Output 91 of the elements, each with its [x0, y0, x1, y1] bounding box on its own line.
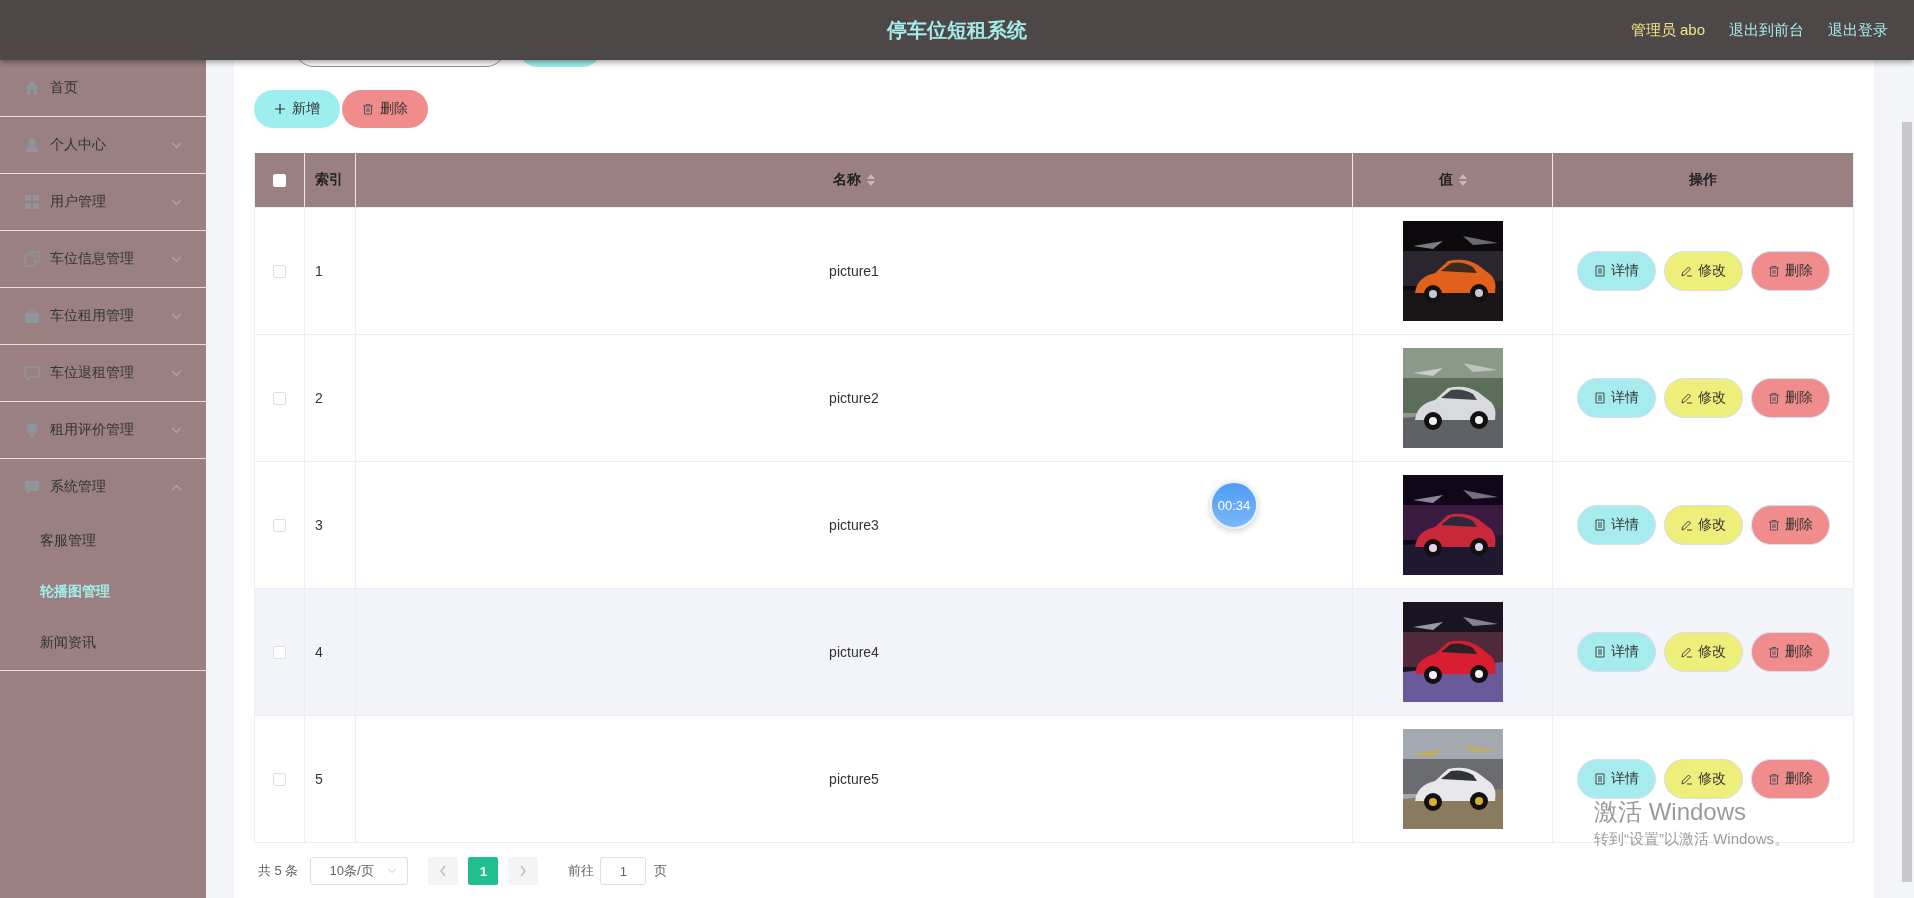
row-action-button[interactable]: 详情: [1576, 378, 1656, 418]
table-cell: picture1: [829, 263, 879, 279]
table-cell: 4: [315, 644, 323, 660]
chevron-right-icon: [519, 865, 528, 877]
table-cell: 5: [315, 771, 323, 787]
copy-icon: [24, 251, 40, 267]
activation-title: 激活 Windows: [1594, 797, 1748, 827]
sidebar-item[interactable]: 车位租用管理: [0, 288, 206, 344]
table-cell: picture5: [829, 771, 879, 787]
home-icon: [24, 80, 40, 96]
trash-icon: [1767, 265, 1780, 277]
table-cell: picture3: [829, 517, 879, 533]
row-checkbox[interactable]: [273, 772, 286, 786]
table-cell: picture2: [829, 390, 879, 406]
chevron-left-icon: [439, 865, 448, 877]
sidebar-item[interactable]: 车位退租管理: [0, 345, 206, 401]
message-icon: [24, 479, 40, 495]
submenu-item[interactable]: 新闻资讯: [0, 617, 206, 668]
row-action-button[interactable]: 详情: [1576, 251, 1656, 291]
grid-icon: [24, 194, 40, 210]
row-checkbox[interactable]: [273, 391, 286, 405]
document-icon: [1593, 265, 1606, 277]
page-suffix: 页: [654, 862, 668, 880]
plus-icon: [274, 103, 286, 115]
trash-icon: [1767, 519, 1780, 531]
chat-icon: [24, 365, 40, 381]
user-icon: [24, 137, 40, 153]
table-cell: picture4: [829, 644, 879, 660]
sidebar-item[interactable]: 车位信息管理: [0, 231, 206, 287]
goto-label: 前往: [568, 862, 595, 880]
document-icon: [1593, 773, 1606, 785]
row-checkbox[interactable]: [273, 645, 286, 659]
pencil-icon: [1680, 392, 1693, 404]
document-icon: [1593, 392, 1606, 404]
sidebar-item[interactable]: 首页: [0, 60, 206, 116]
row-action-button[interactable]: 修改: [1663, 251, 1743, 291]
sidebar-item[interactable]: 用户管理: [0, 174, 206, 230]
table-cell: 2: [315, 390, 323, 406]
trash-icon: [1767, 646, 1780, 658]
chevron-down-icon: [387, 868, 398, 874]
sort-icon: [1458, 174, 1467, 186]
document-icon: [1593, 519, 1606, 531]
row-action-button[interactable]: 详情: [1576, 632, 1656, 672]
row-checkbox[interactable]: [273, 264, 286, 278]
header-link[interactable]: 退出登录: [1828, 20, 1888, 40]
row-action-button[interactable]: 修改: [1663, 759, 1743, 799]
next-page-button[interactable]: [508, 857, 539, 885]
scrollbar-thumb[interactable]: [1902, 122, 1912, 882]
submenu-item[interactable]: 客服管理: [0, 515, 206, 566]
pencil-icon: [1680, 265, 1693, 277]
page-size-select[interactable]: 10条/页: [310, 857, 409, 885]
sidebar-item[interactable]: 租用评价管理: [0, 402, 206, 458]
header-link[interactable]: 退出到前台: [1729, 20, 1804, 40]
sidebar-item[interactable]: 系统管理: [0, 459, 206, 515]
row-action-button[interactable]: 删除: [1750, 505, 1830, 545]
toolbar-button[interactable]: 删除: [342, 90, 428, 128]
page-input[interactable]: 1: [600, 857, 647, 885]
row-action-button[interactable]: 修改: [1663, 378, 1743, 418]
sort-icon: [867, 174, 875, 186]
app-title: 停车位短租系统: [887, 17, 1027, 43]
row-action-button[interactable]: 删除: [1750, 251, 1830, 291]
select-all-checkbox[interactable]: [273, 173, 286, 187]
row-checkbox[interactable]: [273, 518, 286, 532]
trash-icon: [1767, 392, 1780, 404]
admin-label: 管理员 abo: [1630, 20, 1705, 40]
document-icon: [1593, 646, 1606, 658]
table-cell: 1: [315, 263, 323, 279]
pencil-icon: [1680, 646, 1693, 658]
total-count: 共 5 条: [258, 862, 299, 880]
row-action-button[interactable]: 删除: [1750, 759, 1830, 799]
activation-text: 转到“设置”以激活 Windows。: [1594, 830, 1789, 849]
column-header: 索引: [315, 171, 343, 189]
row-action-button[interactable]: 修改: [1663, 505, 1743, 545]
column-header[interactable]: 名称: [833, 171, 875, 189]
sidebar-item[interactable]: 个人中心: [0, 117, 206, 173]
toolbar-button[interactable]: 新增: [254, 90, 340, 128]
prev-page-button[interactable]: [428, 857, 459, 885]
pin-icon: [24, 422, 40, 438]
trash-icon: [1767, 773, 1780, 785]
row-action-button[interactable]: 修改: [1663, 632, 1743, 672]
row-action-button[interactable]: 详情: [1576, 505, 1656, 545]
trash-icon: [362, 103, 374, 115]
row-action-button[interactable]: 详情: [1576, 759, 1656, 799]
row-action-button[interactable]: 删除: [1750, 378, 1830, 418]
pencil-icon: [1680, 519, 1693, 531]
briefcase-icon: [24, 308, 40, 324]
table-cell: 3: [315, 517, 323, 533]
column-header[interactable]: 值: [1438, 171, 1467, 189]
column-header: 操作: [1689, 171, 1717, 189]
row-action-button[interactable]: 删除: [1750, 632, 1830, 672]
pencil-icon: [1680, 773, 1693, 785]
